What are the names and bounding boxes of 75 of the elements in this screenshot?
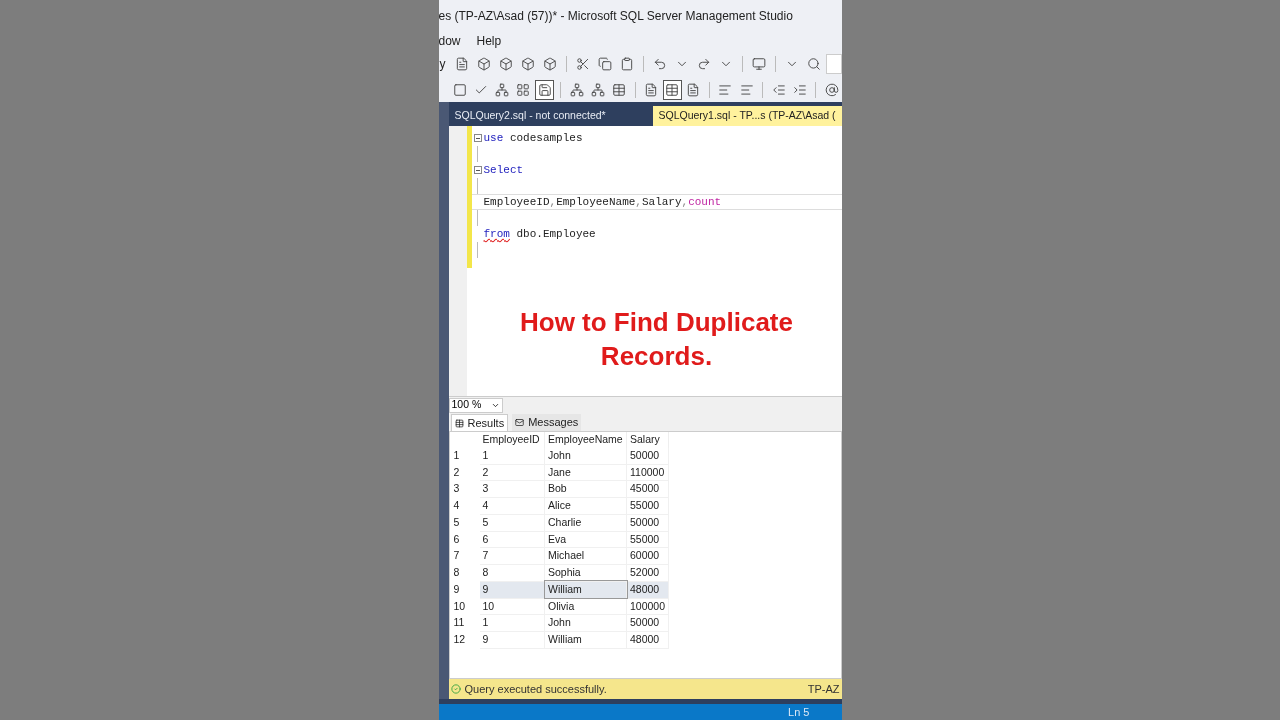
editor-line[interactable]: use codesamples (471, 130, 842, 146)
row-number: 1 (449, 447, 480, 464)
toolbar-label[interactable]: y (438, 55, 446, 73)
editor-tab[interactable]: SQLQuery2.sql - not connected* (448, 106, 612, 126)
editor-line[interactable]: Select (471, 162, 842, 178)
table-cell: Charlie (544, 514, 627, 531)
table-cell: William (544, 631, 627, 649)
results-tab[interactable]: Results (450, 414, 509, 431)
caption-text: How to Find Duplicate Records. (519, 306, 794, 373)
table-cell: 50000 (626, 514, 669, 531)
row-number: 11 (449, 614, 480, 632)
table-cell: Eva (544, 531, 627, 548)
row-number: 12 (449, 631, 480, 649)
row-number: 8 (449, 564, 480, 582)
search-field[interactable] (825, 54, 842, 74)
table-cell: 8 (479, 564, 545, 582)
line-position: Ln 5 (788, 704, 810, 720)
table-cell: 2 (479, 464, 545, 481)
results-tab[interactable]: Messages (512, 414, 582, 431)
code-line: EmployeeID,EmployeeName,Salary,count (483, 194, 722, 210)
table-cell: 110000 (626, 464, 669, 481)
row-number: 9 (449, 581, 480, 598)
table-cell: 55000 (626, 497, 669, 515)
table-cell: 3 (479, 480, 545, 498)
fold-icon[interactable] (473, 166, 482, 174)
table-cell: 10 (479, 598, 545, 615)
table-cell: 45000 (626, 480, 669, 498)
code-editor[interactable]: use codesamples Select EmployeeID,EmployeeName,Salary,count from dbo.Employee How to Find Duplicate Records. (448, 126, 842, 396)
table-cell: 60000 (626, 547, 669, 565)
column-header[interactable]: EmployeeID (479, 432, 545, 448)
message-icon (515, 418, 525, 427)
table-cell: 5 (479, 514, 545, 531)
table-cell: 100000 (626, 598, 669, 615)
table-cell: Bob (544, 480, 627, 498)
code-line: use codesamples (483, 130, 583, 146)
row-number: 2 (449, 464, 480, 481)
table-cell: 9 (479, 631, 545, 649)
table-cell: John (544, 614, 627, 632)
server-name: TP-AZ (807, 681, 840, 697)
table-cell: Alice (544, 497, 627, 515)
table-cell: 4 (479, 497, 545, 515)
menu-item[interactable]: dow (438, 32, 461, 50)
column-header[interactable]: Salary (626, 432, 669, 448)
code-line: Select (483, 162, 524, 178)
table-cell: Jane (544, 464, 627, 481)
row-number: 3 (449, 480, 480, 498)
table-cell: 48000 (626, 631, 669, 649)
table-cell: Olivia (544, 598, 627, 615)
zoom-dropdown[interactable]: 100 % (448, 397, 503, 413)
success-icon (450, 684, 461, 694)
table-cell: 6 (479, 531, 545, 548)
row-number: 6 (449, 531, 480, 548)
table-cell: 1 (479, 614, 545, 632)
table-cell: John (544, 447, 627, 464)
table-cell: 50000 (626, 614, 669, 632)
window-title: es (TP-AZ\Asad (57))* - Microsoft SQL Server Management Studio (438, 8, 794, 25)
fold-icon[interactable] (473, 134, 482, 142)
menu-item[interactable]: Help (476, 32, 502, 50)
status-message: Query executed successfully. (464, 681, 607, 697)
code-line: from dbo.Employee (483, 226, 596, 242)
row-number: 4 (449, 497, 480, 515)
column-header[interactable]: EmployeeName (544, 432, 627, 448)
row-number: 10 (449, 598, 480, 615)
table-cell: 1 (479, 447, 545, 464)
table-cell: 52000 (626, 564, 669, 582)
grid-icon (454, 418, 464, 428)
table-cell: 55000 (626, 531, 669, 548)
table-cell: 50000 (626, 447, 669, 464)
editor-line[interactable]: from dbo.Employee (471, 226, 842, 242)
row-number: 7 (449, 547, 480, 565)
editor-tab[interactable]: SQLQuery1.sql - TP...s (TP-AZ\Asad ( (652, 106, 842, 126)
table-cell: Michael (544, 547, 627, 565)
editor-line[interactable]: EmployeeID,EmployeeName,Salary,count (471, 194, 842, 210)
table-cell: 7 (479, 547, 545, 565)
row-number: 5 (449, 514, 480, 531)
